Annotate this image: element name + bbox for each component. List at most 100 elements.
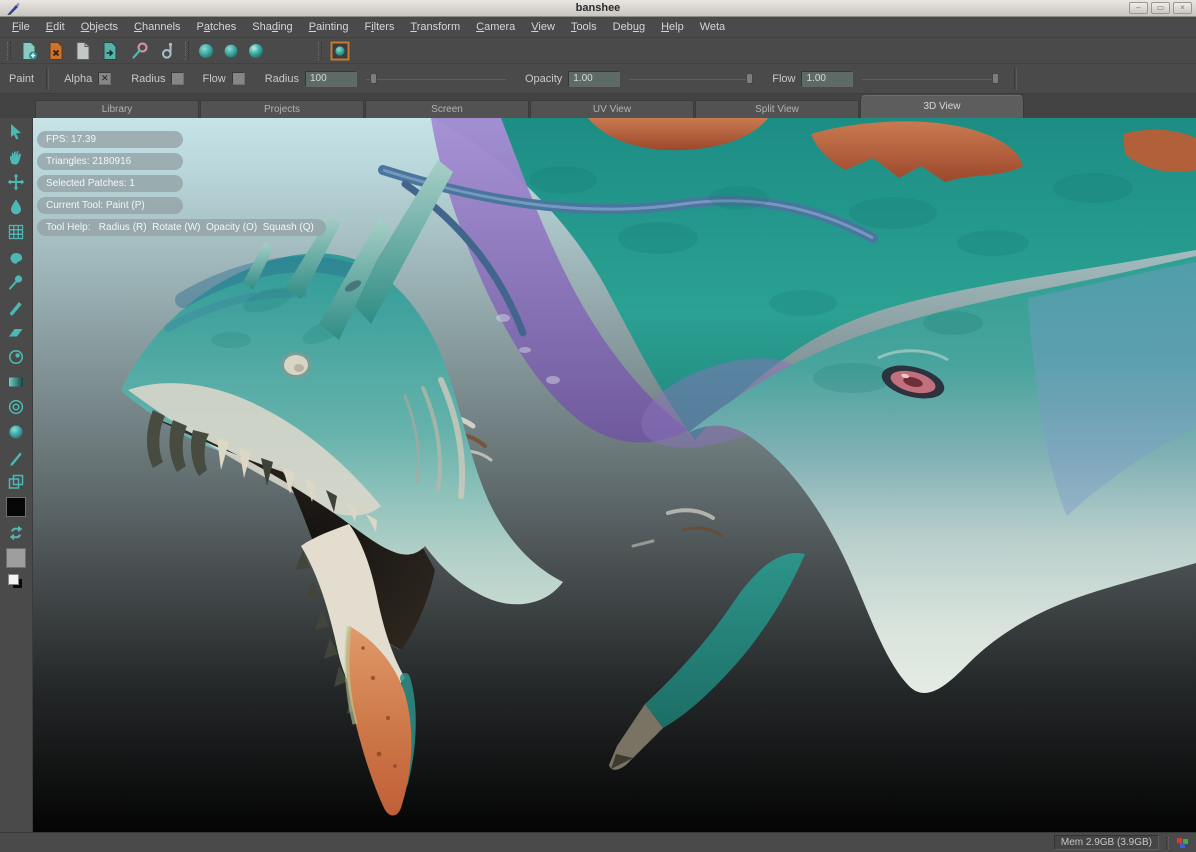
background-color-swatch[interactable] [6, 548, 26, 568]
gradient-tool[interactable] [3, 369, 29, 394]
foreground-color-swatch[interactable] [6, 497, 26, 517]
toolbar-grip[interactable] [185, 42, 189, 60]
3d-viewport[interactable]: FPS: 17.39 Triangles: 2180916 Selected P… [33, 118, 1196, 832]
maximize-button[interactable]: ▭ [1151, 2, 1170, 14]
rgb-indicator-icon [1176, 837, 1189, 849]
smear-tool[interactable] [3, 244, 29, 269]
radius-slider-handle[interactable] [370, 73, 377, 84]
flow-slider-handle[interactable] [992, 73, 999, 84]
hud-triangles: Triangles: 2180916 [37, 153, 183, 170]
new-project-icon[interactable] [19, 41, 39, 61]
hud-tool-help: Tool Help: Radius (R) Rotate (W) Opacity… [37, 219, 326, 236]
droplet-icon [6, 197, 26, 217]
save-project-icon[interactable] [73, 41, 93, 61]
statusbar: Mem 2.9GB (3.9GB) [0, 832, 1196, 852]
menu-tools[interactable]: Tools [563, 18, 605, 36]
opacity-slider[interactable] [629, 71, 753, 87]
erase-tool[interactable] [3, 319, 29, 344]
smear-blob-icon [6, 247, 26, 267]
pushpin-icon [6, 272, 26, 292]
pan-tool[interactable] [3, 144, 29, 169]
hud-current-tool: Current Tool: Paint (P) [37, 197, 183, 214]
radius-slider[interactable] [366, 71, 506, 87]
flow-field[interactable]: 1.00 [801, 71, 853, 87]
brush-preset-1-icon[interactable] [197, 42, 215, 60]
close-button[interactable]: × [1173, 2, 1192, 14]
tab-projects[interactable]: Projects [200, 100, 364, 118]
tab-uv-view[interactable]: UV View [530, 100, 694, 118]
clone-tool[interactable] [3, 344, 29, 369]
menu-filters[interactable]: Filters [356, 18, 402, 36]
separator [46, 68, 49, 90]
menu-file[interactable]: File [4, 18, 38, 36]
brush-icon [6, 297, 26, 317]
paint-options-bar: Paint Alpha ✕ Radius Flow Radius 100 Opa… [0, 64, 1196, 94]
menu-painting[interactable]: Painting [301, 18, 357, 36]
menu-help[interactable]: Help [653, 18, 692, 36]
opacity-slider-handle[interactable] [746, 73, 753, 84]
tab-split-view[interactable]: Split View [695, 100, 859, 118]
titlebar[interactable]: banshee – ▭ × [0, 0, 1196, 17]
sphere-icon [6, 422, 26, 442]
paint-target-icon[interactable] [330, 41, 350, 61]
menu-objects[interactable]: Objects [73, 18, 126, 36]
select-arrow-icon [6, 122, 26, 142]
graph-tool-icon[interactable] [157, 41, 177, 61]
radius-field[interactable]: 100 [305, 71, 357, 87]
brush-preset-3-icon[interactable] [247, 42, 265, 60]
toolbar-grip[interactable] [318, 42, 322, 60]
tab-screen[interactable]: Screen [365, 100, 529, 118]
sphere-paint-tool[interactable] [3, 419, 29, 444]
tab-3d-view[interactable]: 3D View [860, 95, 1024, 118]
pin-tool-icon[interactable] [130, 41, 150, 61]
default-colors[interactable] [3, 571, 29, 593]
flow-checkbox[interactable] [232, 72, 245, 85]
copy-patch-tool[interactable] [3, 469, 29, 494]
paint-tool[interactable] [3, 294, 29, 319]
menu-shading[interactable]: Shading [244, 18, 300, 36]
move-tool[interactable] [3, 169, 29, 194]
pencil-tool[interactable] [3, 444, 29, 469]
statusbar-grip [1166, 837, 1169, 849]
opacity-label: Opacity [525, 73, 562, 85]
radius-slider-track[interactable] [366, 79, 506, 80]
swap-colors-tool[interactable] [3, 520, 29, 545]
warp-tool[interactable] [3, 219, 29, 244]
toolbar-grip[interactable] [7, 42, 11, 60]
flow-slider-track[interactable] [862, 79, 998, 80]
menu-weta[interactable]: Weta [692, 18, 733, 36]
clone-circle-icon [6, 347, 26, 367]
radius-checkbox[interactable] [171, 72, 184, 85]
viewport-hud: FPS: 17.39 Triangles: 2180916 Selected P… [37, 131, 326, 236]
minimize-button[interactable]: – [1129, 2, 1148, 14]
radius-label: Radius [265, 73, 299, 85]
menu-debug[interactable]: Debug [605, 18, 653, 36]
menu-view[interactable]: View [523, 18, 563, 36]
alpha-checkbox[interactable]: ✕ [98, 72, 111, 85]
view-tabbar: Library Projects Screen UV View Split Vi… [0, 94, 1196, 118]
select-tool[interactable] [3, 119, 29, 144]
radial-gradient-tool[interactable] [3, 394, 29, 419]
separator [1014, 68, 1017, 90]
menu-camera[interactable]: Camera [468, 18, 523, 36]
brush-preset-2-icon[interactable] [222, 42, 240, 60]
import-project-icon[interactable] [100, 41, 120, 61]
blur-tool[interactable] [3, 194, 29, 219]
window-title: banshee [0, 2, 1196, 14]
menu-patches[interactable]: Patches [189, 18, 245, 36]
opacity-slider-track[interactable] [629, 79, 753, 80]
alpha-label: Alpha [64, 73, 92, 85]
hud-selected-patches: Selected Patches: 1 [37, 175, 183, 192]
tab-library[interactable]: Library [35, 100, 199, 118]
flow-label: Flow [772, 73, 795, 85]
copy-squares-icon [6, 472, 26, 492]
menu-edit[interactable]: Edit [38, 18, 73, 36]
opacity-field[interactable]: 1.00 [568, 71, 620, 87]
close-project-icon[interactable] [46, 41, 66, 61]
menu-channels[interactable]: Channels [126, 18, 189, 36]
pin-tool[interactable] [3, 269, 29, 294]
concentric-circles-icon [6, 397, 26, 417]
menubar: File Edit Objects Channels Patches Shadi… [0, 17, 1196, 38]
menu-transform[interactable]: Transform [402, 18, 468, 36]
flow-slider[interactable] [862, 71, 998, 87]
